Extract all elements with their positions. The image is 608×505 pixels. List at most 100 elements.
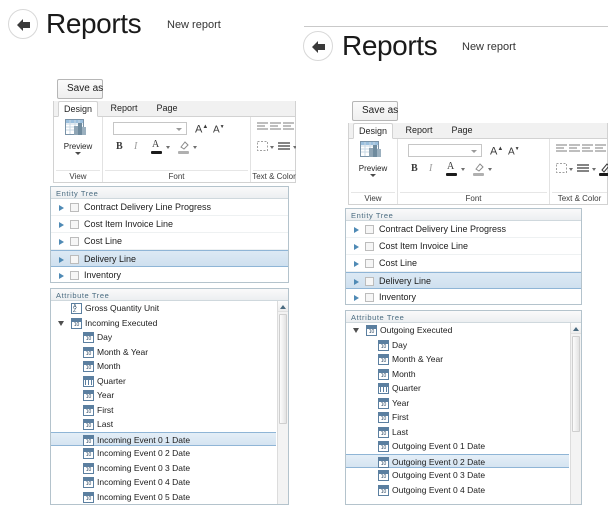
attribute-tree-row[interactable]: 10 First	[51, 403, 276, 418]
chevron-down-icon[interactable]	[270, 146, 274, 149]
ribbon-tab-report[interactable]: Report	[399, 123, 439, 139]
attribute-tree-row[interactable]: 10 Last	[51, 417, 276, 432]
italic-button[interactable]: I	[134, 142, 137, 152]
entity-tree-row[interactable]: Inventory	[346, 289, 581, 304]
collapse-arrow-icon[interactable]	[58, 320, 64, 326]
chevron-down-icon[interactable]	[461, 168, 465, 171]
attribute-tree-row[interactable]: 10 Incoming Event 0 3 Date	[51, 461, 276, 476]
save-as-button[interactable]: Save as	[352, 101, 398, 121]
font-shrink-button[interactable]: A▼	[213, 125, 225, 135]
indent-button[interactable]	[257, 122, 268, 135]
row-checkbox[interactable]	[365, 277, 374, 286]
ribbon-tab-report[interactable]: Report	[104, 101, 144, 117]
entity-tree-row[interactable]: Contract Delivery Line Progress	[51, 199, 288, 216]
entity-tree-row[interactable]: Delivery Line	[51, 250, 288, 267]
attribute-tree-row[interactable]: 10 Year	[346, 396, 569, 411]
scroll-up-button[interactable]	[571, 323, 581, 334]
align-left-button[interactable]	[569, 144, 580, 157]
row-checkbox[interactable]	[70, 220, 79, 229]
chevron-down-icon[interactable]	[193, 146, 197, 149]
attribute-tree-row[interactable]: 10 Day	[51, 330, 276, 345]
attribute-tree-row[interactable]: 10 Last	[346, 425, 569, 440]
expand-arrow-icon[interactable]	[59, 205, 64, 211]
expand-arrow-icon[interactable]	[354, 261, 359, 267]
attribute-tree-row[interactable]: 10 Outgoing Event 0 4 Date	[346, 483, 569, 498]
indent-button[interactable]	[556, 144, 567, 157]
font-color-button[interactable]: A	[152, 140, 159, 150]
attribute-tree-scrollbar[interactable]	[277, 301, 288, 504]
align-right-button[interactable]	[595, 144, 606, 157]
save-as-button[interactable]: Save as	[57, 79, 103, 99]
ribbon-tab-page[interactable]: Page	[445, 123, 479, 139]
font-name-input[interactable]	[113, 122, 187, 135]
attribute-tree-row[interactable]: 10 Day	[346, 338, 569, 353]
scrollbar-thumb[interactable]	[279, 314, 287, 424]
row-checkbox[interactable]	[70, 255, 79, 264]
collapse-arrow-icon[interactable]	[353, 328, 359, 333]
entity-tree-row[interactable]: Contract Delivery Line Progress	[346, 221, 581, 238]
attribute-tree-row[interactable]: 10 Incoming Event 0 2 Date	[51, 446, 276, 461]
expand-arrow-icon[interactable]	[354, 295, 359, 301]
back-arrow-button[interactable]	[8, 9, 38, 39]
attribute-tree-row[interactable]: 10 Incoming Executed	[51, 316, 276, 331]
scroll-up-button[interactable]	[278, 301, 288, 312]
expand-arrow-icon[interactable]	[354, 279, 359, 285]
align-center-button[interactable]	[582, 144, 593, 157]
attribute-tree-row[interactable]: A Z Gross Quantity Unit	[51, 301, 276, 316]
attribute-tree-row[interactable]: Quarter	[51, 374, 276, 389]
attribute-tree-row[interactable]: 10 Incoming Event 0 1 Date	[51, 431, 276, 446]
attribute-tree-scrollbar[interactable]	[570, 323, 581, 504]
chevron-down-icon[interactable]	[166, 146, 170, 149]
chevron-down-icon[interactable]	[592, 168, 596, 171]
row-checkbox[interactable]	[70, 271, 79, 280]
font-color-button[interactable]: A	[447, 162, 454, 172]
row-checkbox[interactable]	[70, 237, 79, 246]
ribbon-tab-design[interactable]: Design	[58, 101, 98, 117]
attribute-tree-row[interactable]: Quarter	[346, 381, 569, 396]
attribute-tree-row[interactable]: 10 Incoming Event 0 5 Date	[51, 490, 276, 505]
align-center-button[interactable]	[283, 122, 294, 135]
attribute-tree-row[interactable]: 10 Month & Year	[51, 345, 276, 360]
attribute-tree-row[interactable]: 10 Month	[346, 367, 569, 382]
ribbon-tab-design[interactable]: Design	[353, 123, 393, 139]
italic-button[interactable]: I	[429, 164, 432, 174]
font-name-input[interactable]	[408, 144, 482, 157]
attribute-tree-row[interactable]: 10 Month & Year	[346, 352, 569, 367]
chevron-down-icon[interactable]	[488, 168, 492, 171]
font-grow-button[interactable]: A▲	[490, 146, 503, 158]
back-arrow-button[interactable]	[303, 31, 333, 61]
expand-arrow-icon[interactable]	[354, 244, 359, 250]
expand-arrow-icon[interactable]	[59, 273, 64, 279]
entity-tree-row[interactable]: Cost Line	[51, 233, 288, 250]
expand-arrow-icon[interactable]	[59, 222, 64, 228]
expand-arrow-icon[interactable]	[59, 239, 64, 245]
chevron-down-icon[interactable]	[569, 168, 573, 171]
attribute-tree-row[interactable]: 10 Outgoing Executed	[346, 323, 569, 338]
row-checkbox[interactable]	[365, 259, 374, 268]
attribute-tree-row[interactable]: 10 Year	[51, 388, 276, 403]
attribute-tree-row[interactable]: 10 Outgoing Event 0 3 Date	[346, 468, 569, 483]
border-button[interactable]	[257, 141, 268, 154]
attribute-tree-row[interactable]: 10 Outgoing Event 0 2 Date	[346, 453, 569, 468]
row-checkbox[interactable]	[365, 242, 374, 251]
preview-button[interactable]: Preview	[351, 140, 395, 180]
row-checkbox[interactable]	[365, 225, 374, 234]
line-style-button[interactable]	[278, 141, 290, 154]
entity-tree-row[interactable]: Delivery Line	[346, 272, 581, 289]
line-style-button[interactable]	[577, 163, 589, 176]
entity-tree-row[interactable]: Cost Item Invoice Line	[51, 216, 288, 233]
entity-tree-row[interactable]: Cost Item Invoice Line	[346, 238, 581, 255]
expand-arrow-icon[interactable]	[59, 257, 64, 263]
scrollbar-thumb[interactable]	[572, 336, 580, 432]
ribbon-tab-page[interactable]: Page	[150, 101, 184, 117]
entity-tree-row[interactable]: Inventory	[51, 267, 288, 282]
row-checkbox[interactable]	[70, 203, 79, 212]
expand-arrow-icon[interactable]	[354, 227, 359, 233]
border-button[interactable]	[556, 163, 567, 176]
attribute-tree-row[interactable]: 10 Incoming Event 0 4 Date	[51, 475, 276, 490]
row-checkbox[interactable]	[365, 293, 374, 302]
align-left-button[interactable]	[270, 122, 281, 135]
attribute-tree-row[interactable]: 10 Month	[51, 359, 276, 374]
font-grow-button[interactable]: A▲	[195, 124, 208, 136]
attribute-tree-row[interactable]: 10 First	[346, 410, 569, 425]
